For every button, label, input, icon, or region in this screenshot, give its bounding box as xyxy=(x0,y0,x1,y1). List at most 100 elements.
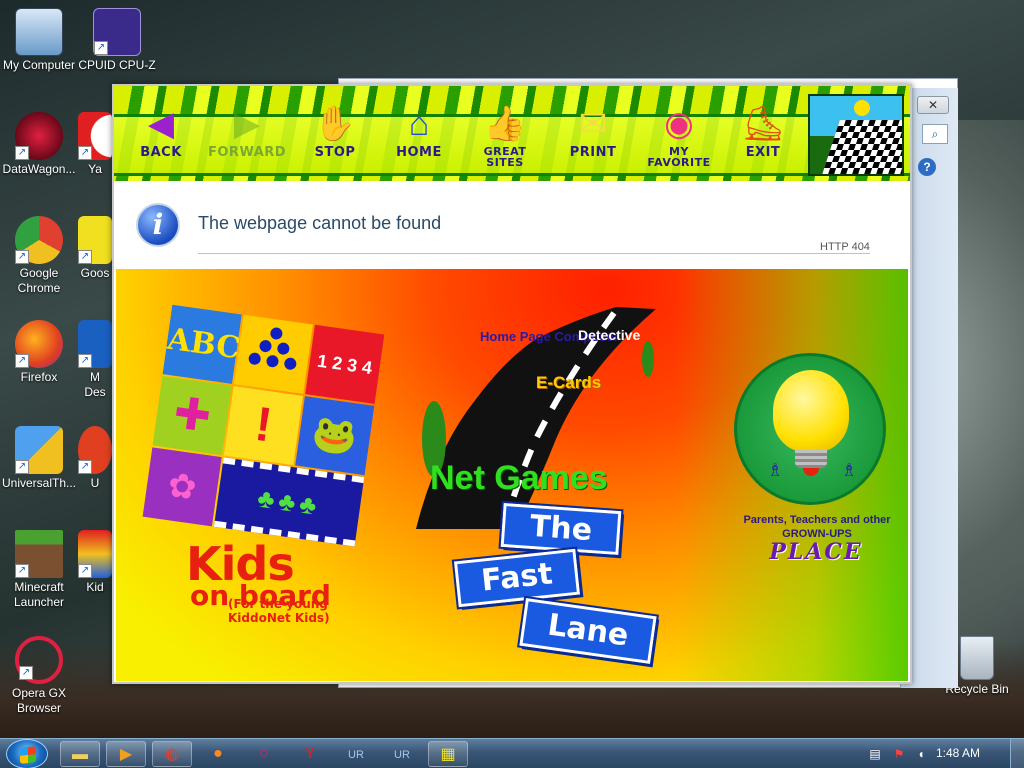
shield-icon: ↗ xyxy=(15,426,63,474)
kiddonet-logo xyxy=(808,94,904,176)
taskbar: ▬ ▶ ◍ ● ○ Y UR UR ▦ ▤ ⚑ ◖ 1:48 AM xyxy=(0,738,1024,768)
opera-icon: ○ xyxy=(259,745,269,762)
firefox-icon: ↗ xyxy=(15,320,63,368)
action-center-icon[interactable]: ⚑ xyxy=(892,747,906,761)
home-icon: ⌂ xyxy=(408,105,430,143)
windows-logo-icon xyxy=(20,746,36,764)
kids-icon: ↗ xyxy=(78,530,112,578)
opera-icon: ↗ xyxy=(15,636,63,684)
thumbs-up-icon: 👍 xyxy=(483,105,527,143)
exit-button[interactable]: ⛸ EXIT xyxy=(724,102,802,174)
desktop-icon-datawagon[interactable]: ↗ DataWagon... xyxy=(0,112,78,177)
my-favorite-button[interactable]: ◉ MY FAVORITE xyxy=(640,102,718,174)
dice-tile: 1 2 3 4 xyxy=(305,324,385,404)
taskbar-media-player[interactable]: ▶ xyxy=(106,741,146,767)
fast-lane-sign-lane[interactable]: Lane xyxy=(517,595,659,667)
taskbar-opera[interactable]: ○ xyxy=(244,741,284,767)
frog-icon: 🐸 xyxy=(295,396,375,476)
print-icon: ✉ xyxy=(578,105,608,143)
taskbar-firefox[interactable]: ● xyxy=(198,741,238,767)
desktop-icon-app-2[interactable]: ↗ U xyxy=(78,426,112,491)
light-bulb-icon xyxy=(773,370,849,452)
taskbar-ur-browser[interactable]: UR xyxy=(336,741,376,767)
close-button[interactable]: ✕ xyxy=(917,96,949,114)
desktop-icon-label: Goos xyxy=(80,266,110,280)
desktop-icon-label: Kid xyxy=(86,580,104,594)
back-button[interactable]: ◀ BACK xyxy=(122,102,200,174)
fast-lane-sign-the[interactable]: The xyxy=(498,500,624,558)
explorer-icon: ▬ xyxy=(72,746,88,763)
cpu-chip-icon: ↗ xyxy=(93,8,141,56)
network-icon[interactable]: ▤ xyxy=(868,747,882,761)
chrome-icon: ◍ xyxy=(165,746,179,763)
computer-icon xyxy=(15,8,63,56)
desktop-icon-universal-theme[interactable]: ↗ UniversalTh... xyxy=(0,426,78,491)
desktop-icon-label: Firefox xyxy=(20,370,58,384)
taskbar-yandex[interactable]: Y xyxy=(290,741,330,767)
error-title: The webpage cannot be found xyxy=(198,213,442,233)
taskbar-kids-browser[interactable]: ▦ xyxy=(428,741,468,767)
kids-browser-window[interactable]: ◀ BACK ▶ FORWARD ✋ STOP ⌂ HOME 👍 GREAT S… xyxy=(112,84,912,684)
desktop-icon-opera-gx[interactable]: ↗ Opera GX Browser xyxy=(0,636,78,716)
taskbar-ur-browser-2[interactable]: UR xyxy=(382,741,422,767)
desktop-icon-label: My Computer xyxy=(2,58,76,72)
print-button[interactable]: ✉ PRINT xyxy=(554,102,632,174)
desktop-icon-minecraft[interactable]: ↗ Minecraft Launcher xyxy=(0,530,78,610)
desktop-icon-my-computer[interactable]: My Computer xyxy=(0,8,78,73)
desktop-icon-label: Minecraft Launcher xyxy=(13,580,65,609)
stop-hand-icon: ✋ xyxy=(313,105,357,143)
recycle-bin-icon xyxy=(960,636,994,680)
forward-button[interactable]: ▶ FORWARD xyxy=(208,102,286,174)
desktop-icon-yandex[interactable]: ↗ Ya xyxy=(78,112,112,177)
chair-icon: ♗ xyxy=(841,460,858,480)
grown-ups-caption[interactable]: Parents, Teachers and other GROWN-UPS xyxy=(742,513,892,541)
stop-button[interactable]: ✋ STOP xyxy=(296,102,374,174)
divider xyxy=(198,253,870,254)
start-button[interactable] xyxy=(6,739,48,768)
desktop-icon-label: CPUID CPU-Z xyxy=(78,58,156,72)
desktop-icon-label: UniversalTh... xyxy=(1,476,77,490)
net-games-link[interactable]: Net Games xyxy=(430,459,608,498)
toolbar: ◀ BACK ▶ FORWARD ✋ STOP ⌂ HOME 👍 GREAT S… xyxy=(114,86,910,181)
error-banner: i The webpage cannot be found HTTP 404 xyxy=(114,181,910,271)
home-button[interactable]: ⌂ HOME xyxy=(380,102,458,174)
clock[interactable]: 1:48 AM xyxy=(936,746,980,760)
desktop-icon-label: U xyxy=(90,476,100,490)
sun-icon xyxy=(854,100,870,116)
fast-lane-sign-fast[interactable]: Fast xyxy=(451,546,583,610)
help-icon[interactable]: ? xyxy=(918,158,936,176)
show-desktop-button[interactable] xyxy=(1010,739,1024,768)
volume-icon[interactable]: ◖ xyxy=(914,747,928,761)
skateboard-icon: ⛸ xyxy=(741,105,785,143)
minecraft-icon: ↗ xyxy=(15,530,63,578)
datawagon-icon: ↗ xyxy=(15,112,63,160)
app-icon: ↗ xyxy=(78,426,112,474)
taskbar-explorer[interactable]: ▬ xyxy=(60,741,100,767)
e-cards-link[interactable]: E-Cards xyxy=(536,373,601,393)
great-sites-button[interactable]: 👍 GREAT SITES xyxy=(466,102,544,174)
desktop-icon-app[interactable]: ↗ M Des xyxy=(78,320,112,400)
balls-tile xyxy=(233,314,313,394)
desktop-icon-chrome[interactable]: ↗ Google Chrome xyxy=(0,216,78,296)
desktop-icon-firefox[interactable]: ↗ Firefox xyxy=(0,320,78,385)
search-icon[interactable]: ⌕ xyxy=(922,124,948,144)
desktop-icon-kids[interactable]: ↗ Kid xyxy=(78,530,112,595)
kids-on-board-caption: (For the young KiddoNet Kids) xyxy=(228,597,330,625)
taskbar-chrome[interactable]: ◍ xyxy=(152,741,192,767)
desktop-icon-label: Ya xyxy=(88,162,102,176)
desktop-icon-cpu-z[interactable]: ↗ CPUID CPU-Z xyxy=(78,8,156,73)
kids-collage[interactable]: ABC 1 2 3 4 ✚ ! 🐸 ✿ ♣♣♣ xyxy=(142,304,390,553)
grown-ups-place-link[interactable]: ♗ ♗ xyxy=(734,353,886,505)
desktop-icon-label: Google Chrome xyxy=(17,266,61,295)
ur-browser-icon: UR xyxy=(348,749,364,761)
kids-browser-icon: ▦ xyxy=(440,746,456,763)
detective-link[interactable]: Detective xyxy=(578,327,640,343)
grown-ups-place-title[interactable]: PLACE xyxy=(756,539,876,565)
chair-icon: ♗ xyxy=(767,460,784,480)
back-arrow-icon: ◀ xyxy=(147,105,175,143)
forward-arrow-icon: ▶ xyxy=(233,105,261,143)
media-player-icon: ▶ xyxy=(119,746,133,763)
ur-browser-icon: UR xyxy=(394,749,410,761)
desktop-icon-goose[interactable]: ↗ Goos xyxy=(78,216,112,281)
chrome-icon: ↗ xyxy=(15,216,63,264)
